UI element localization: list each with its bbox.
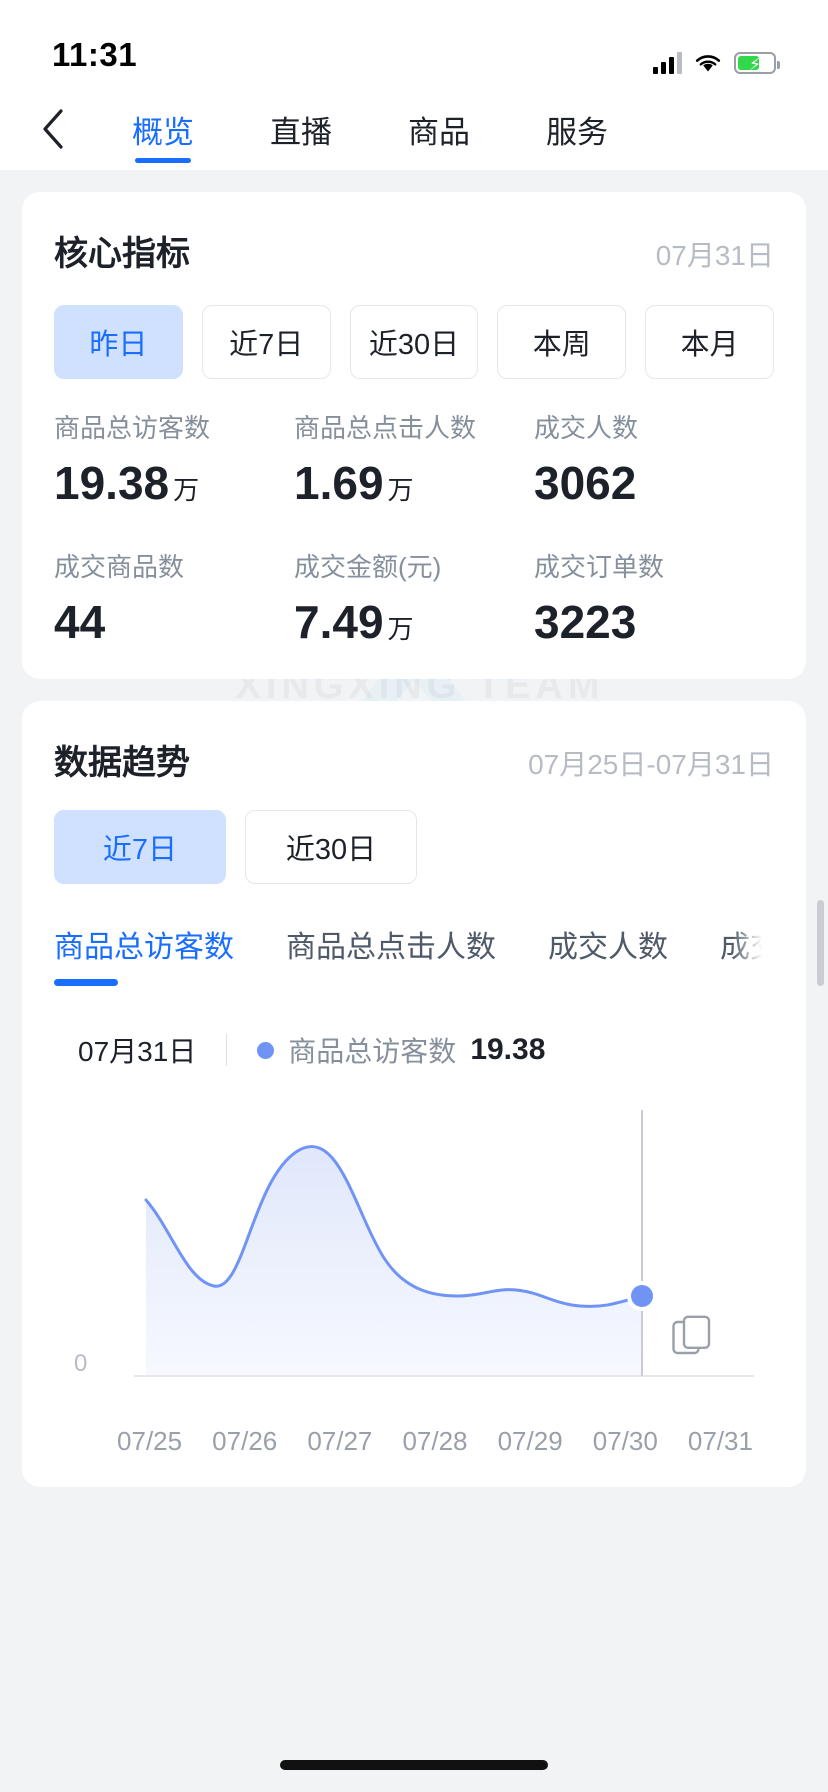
range-chip-yesterday[interactable]: 昨日 xyxy=(54,305,183,379)
metric-total-clicks: 商品总点击人数 1.69 万 xyxy=(294,413,534,510)
nav-tab-live[interactable]: 直播 xyxy=(232,93,370,165)
y-axis-zero-label: 0 xyxy=(74,1350,88,1378)
nav-tab-list: 概览 直播 商品 服务 xyxy=(80,93,802,165)
status-time: 11:31 xyxy=(52,36,138,73)
tooltip-value: 19.38 xyxy=(470,1033,546,1067)
x-axis-label: 07/26 xyxy=(212,1426,278,1457)
trend-chip-last30days[interactable]: 近30日 xyxy=(245,810,417,885)
trend-chip-last7days[interactable]: 近7日 xyxy=(54,810,226,885)
metric-value: 7.49 万 xyxy=(294,595,534,649)
x-axis-label: 07/27 xyxy=(307,1426,373,1457)
wifi-icon xyxy=(694,52,722,74)
x-axis-label: 07/30 xyxy=(592,1426,658,1457)
chart-x-axis: 07/25 07/26 07/27 07/28 07/29 07/30 07/3… xyxy=(54,1426,774,1457)
tooltip-series-name: 商品总访客数 xyxy=(288,1036,457,1068)
metric-label: 成交人数 xyxy=(534,413,639,443)
x-axis-label: 07/25 xyxy=(117,1426,183,1457)
range-chip-last30days[interactable]: 近30日 xyxy=(349,305,479,379)
metric-number: 3223 xyxy=(534,596,637,649)
trend-title: 数据趋势 xyxy=(54,744,190,783)
metric-value: 1.69 万 xyxy=(294,456,534,510)
battery-charging-icon: ⚡ xyxy=(734,52,780,74)
core-metrics-title: 核心指标 xyxy=(54,235,190,273)
status-bar: 11:31 ⚡ xyxy=(0,0,828,88)
series-dot-icon xyxy=(257,1041,275,1059)
core-metrics-grid: 商品总访客数 19.38 万 商品总点击人数 1.69 万 成交人数 3062 … xyxy=(54,413,774,649)
phone-screen: 11:31 ⚡ 概览 直播 商品 服务 XINGXING TEAM 核心指标 0… xyxy=(0,0,828,1792)
chart-svg xyxy=(134,1110,754,1378)
metric-gmv: 成交金额(元) 7.49 万 xyxy=(294,552,534,649)
metric-order-count: 成交订单数 3223 xyxy=(534,552,774,649)
metric-row: 成交商品数 44 成交金额(元) 7.49 万 成交订单数 3223 xyxy=(54,552,774,649)
trend-tab-buyer-count[interactable]: 成交人数 xyxy=(548,922,694,986)
home-indicator xyxy=(280,1760,548,1770)
nav-tab-overview[interactable]: 概览 xyxy=(94,93,232,165)
metric-value: 3062 xyxy=(534,456,774,510)
range-chip-last7days[interactable]: 近7日 xyxy=(201,305,331,379)
metric-label: 成交商品数 xyxy=(54,552,185,583)
copy-document-icon[interactable] xyxy=(672,1315,712,1362)
core-metrics-range-chips: 昨日 近7日 近30日 本周 本月 xyxy=(54,305,774,379)
chart-area-fill xyxy=(146,1146,642,1377)
chevron-left-icon xyxy=(43,109,63,149)
nav-tab-services[interactable]: 服务 xyxy=(508,93,646,165)
core-metrics-card: 核心指标 07月31日 昨日 近7日 近30日 本周 本月 商品总访客数 19.… xyxy=(22,192,806,680)
tooltip-divider xyxy=(226,1034,228,1067)
trend-tab-sold-products[interactable]: 成交商品数 xyxy=(720,922,774,986)
core-metrics-date: 07月31日 xyxy=(655,240,774,271)
metric-buyer-count: 成交人数 3062 xyxy=(534,413,774,510)
metric-unit: 万 xyxy=(173,475,200,506)
scrollbar-thumb[interactable] xyxy=(817,900,824,986)
trend-range-chips: 近7日 近30日 xyxy=(54,810,774,885)
x-axis-label: 07/29 xyxy=(497,1426,563,1457)
signal-icon xyxy=(653,52,682,74)
metric-number: 1.69 xyxy=(294,457,384,510)
metric-value: 3223 xyxy=(534,595,774,649)
metric-label: 商品总点击人数 xyxy=(294,413,477,443)
range-chip-thisweek[interactable]: 本周 xyxy=(497,305,627,379)
metric-row: 商品总访客数 19.38 万 商品总点击人数 1.69 万 成交人数 3062 xyxy=(54,413,774,510)
metric-unit: 万 xyxy=(387,475,414,506)
core-metrics-header: 核心指标 07月31日 xyxy=(54,226,774,275)
trend-header: 数据趋势 07月25日-07月31日 xyxy=(54,735,774,784)
metric-total-visitors: 商品总访客数 19.38 万 xyxy=(54,413,294,510)
data-trend-card: 数据趋势 07月25日-07月31日 近7日 近30日 商品总访客数 商品总点击… xyxy=(22,701,806,1488)
metric-label: 商品总访客数 xyxy=(54,413,211,443)
chart-tooltip: 07月31日 商品总访客数 19.38 xyxy=(54,1030,774,1070)
metric-unit: 万 xyxy=(387,614,414,645)
back-button[interactable] xyxy=(26,102,80,156)
trend-metric-tabs: 商品总访客数 商品总点击人数 成交人数 成交商品数 xyxy=(54,922,774,987)
highlight-point xyxy=(631,1285,653,1308)
metric-number: 19.38 xyxy=(54,457,170,510)
metric-label: 成交金额(元) xyxy=(294,552,442,583)
metric-sold-products: 成交商品数 44 xyxy=(54,552,294,649)
status-icons: ⚡ xyxy=(653,52,780,74)
metric-value: 44 xyxy=(54,595,294,649)
trend-tab-total-clicks[interactable]: 商品总点击人数 xyxy=(286,922,522,986)
top-nav-bar: 概览 直播 商品 服务 xyxy=(0,88,828,170)
trend-date-range: 07月25日-07月31日 xyxy=(528,749,774,781)
x-axis-label: 07/31 xyxy=(687,1426,753,1457)
trend-chart[interactable]: 0 xyxy=(54,1090,774,1420)
metric-value: 19.38 万 xyxy=(54,456,294,510)
nav-tab-products[interactable]: 商品 xyxy=(370,93,508,165)
metric-number: 7.49 xyxy=(294,596,384,649)
x-axis-label: 07/28 xyxy=(402,1426,468,1457)
trend-tab-total-visitors[interactable]: 商品总访客数 xyxy=(54,922,260,987)
tooltip-date: 07月31日 xyxy=(78,1036,197,1068)
range-chip-thismonth[interactable]: 本月 xyxy=(645,305,774,379)
metric-number: 44 xyxy=(54,596,106,649)
metric-number: 3062 xyxy=(534,457,637,510)
metric-label: 成交订单数 xyxy=(534,552,665,583)
